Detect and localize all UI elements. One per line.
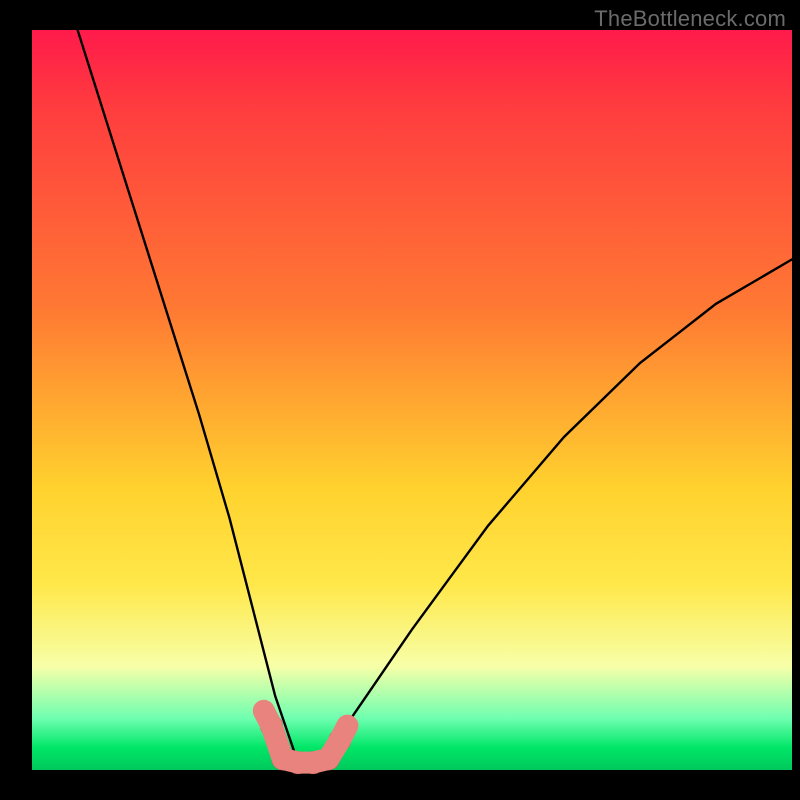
plot-background [32, 30, 792, 770]
bottleneck-chart [0, 0, 800, 800]
watermark-text: TheBottleneck.com [594, 6, 786, 32]
chart-stage: TheBottleneck.com [0, 0, 800, 800]
